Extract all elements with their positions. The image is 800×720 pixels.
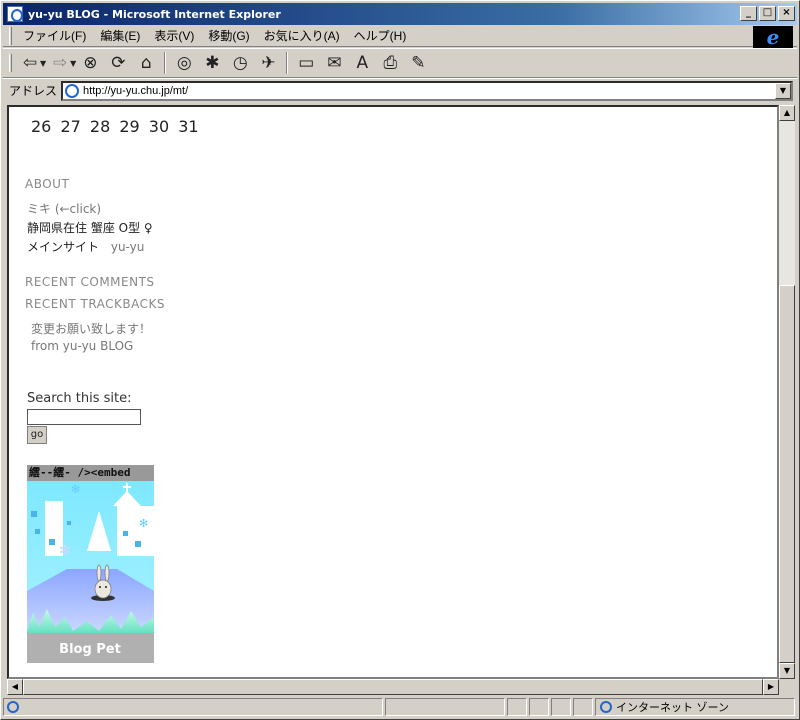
recent-trackbacks-heading: RECENT TRACKBACKS xyxy=(25,297,166,311)
search-label: Search this site: xyxy=(27,391,132,406)
horizontal-scrollbar[interactable]: ◀ ▶ xyxy=(7,679,779,695)
menu-bar: ファイル(F) 編集(E) 表示(V) 移動(G) お気に入り(A) ヘルプ(H… xyxy=(3,25,797,49)
zone-text: インターネット ゾーン xyxy=(616,701,729,714)
menu-grip xyxy=(9,26,12,45)
status-panel xyxy=(507,698,527,716)
horizontal-scroll-thumb[interactable] xyxy=(23,679,763,695)
zone-panel: インターネット ゾーン xyxy=(595,698,795,716)
status-bar: インターネット ゾーン xyxy=(3,697,797,717)
mail-icon[interactable]: ✉ xyxy=(322,51,346,75)
calendar-dates[interactable]: 26 27 28 29 30 31 xyxy=(31,117,199,136)
stop-icon[interactable]: ⊗ xyxy=(78,51,102,75)
recent-comments-heading: RECENT COMMENTS xyxy=(25,275,155,289)
refresh-icon[interactable]: ⟳ xyxy=(106,51,130,75)
toolbar-separator xyxy=(286,52,289,74)
window-title: yu-yu BLOG - Microsoft Internet Explorer xyxy=(28,7,281,21)
svg-text:✻: ✻ xyxy=(139,517,148,530)
address-input[interactable]: http://yu-yu.chu.jp/mt/ ▼ xyxy=(61,80,793,101)
back-dropdown-icon[interactable]: ▼ xyxy=(40,59,46,68)
status-panel xyxy=(385,698,505,716)
vertical-scroll-thumb[interactable] xyxy=(779,285,795,663)
blogpet-title: 繧--繧- /><embed xyxy=(27,465,154,481)
toolbar-grip xyxy=(9,54,12,72)
vertical-scrollbar[interactable]: ▲ ▼ xyxy=(779,105,795,679)
font-icon[interactable]: A xyxy=(350,51,374,75)
status-panel xyxy=(529,698,549,716)
blogpet-illustration: ✻ ✻ ✻ Blog Pet xyxy=(27,481,154,663)
status-panel xyxy=(573,698,593,716)
print-icon[interactable]: ⎙ xyxy=(378,51,402,75)
edit-icon[interactable]: ✎ xyxy=(406,51,430,75)
close-button[interactable]: × xyxy=(778,6,795,21)
page-status-icon xyxy=(7,701,19,713)
minimize-button[interactable]: _ xyxy=(740,6,757,21)
status-panel xyxy=(551,698,571,716)
search-icon[interactable]: ◎ xyxy=(172,51,196,75)
site-link[interactable]: yu-yu xyxy=(111,240,145,254)
forward-dropdown-icon[interactable]: ▼ xyxy=(70,59,76,68)
scroll-up-icon[interactable]: ▲ xyxy=(779,105,795,121)
maximize-button[interactable]: □ xyxy=(759,6,776,21)
scroll-right-icon[interactable]: ▶ xyxy=(763,679,779,695)
svg-text:✻: ✻ xyxy=(59,543,71,559)
browser-window: yu-yu BLOG - Microsoft Internet Explorer… xyxy=(0,0,800,720)
address-dropdown-icon[interactable]: ▼ xyxy=(775,82,791,99)
channels-icon[interactable]: ✈ xyxy=(256,51,280,75)
favorites-icon[interactable]: ✱ xyxy=(200,51,224,75)
svg-text:✻: ✻ xyxy=(71,483,80,496)
toolbar-separator xyxy=(164,52,167,74)
blogpet-widget[interactable]: ✻ ✻ ✻ Blog Pet xyxy=(27,481,154,663)
search-input[interactable] xyxy=(27,409,141,425)
page-content: 26 27 28 29 30 31 ABOUT ミキ (←click) 静岡県在… xyxy=(7,105,779,679)
about-profile: 静岡県在住 蟹座 O型 ♀ xyxy=(27,221,153,235)
standard-toolbar: ⇦ ▼ ⇨ ▼ ⊗ ⟳ ⌂ ◎ ✱ ◷ ✈ ▭ ✉ A ⎙ ✎ xyxy=(3,48,797,78)
menu-view[interactable]: 表示(V) xyxy=(147,26,201,46)
title-bar: yu-yu BLOG - Microsoft Internet Explorer… xyxy=(3,3,797,25)
address-bar: アドレス http://yu-yu.chu.jp/mt/ ▼ xyxy=(3,78,797,102)
scroll-left-icon[interactable]: ◀ xyxy=(7,679,23,695)
fullscreen-icon[interactable]: ▭ xyxy=(294,51,318,75)
menu-help[interactable]: ヘルプ(H) xyxy=(347,26,414,46)
menu-edit[interactable]: 編集(E) xyxy=(93,26,147,46)
about-heading: ABOUT xyxy=(25,177,70,191)
ie-app-icon[interactable] xyxy=(7,6,23,22)
menu-file[interactable]: ファイル(F) xyxy=(16,26,93,46)
address-label: アドレス xyxy=(9,84,58,98)
blogpet-logo: Blog Pet xyxy=(59,642,121,657)
about-site-line: メインサイト yu-yu xyxy=(27,238,144,255)
page-icon xyxy=(65,83,80,98)
ie-logo-icon: e xyxy=(753,25,793,49)
menu-favorites[interactable]: お気に入り(A) xyxy=(257,26,347,46)
address-url[interactable]: http://yu-yu.chu.jp/mt/ xyxy=(83,85,188,97)
scroll-down-icon[interactable]: ▼ xyxy=(779,663,795,679)
history-icon[interactable]: ◷ xyxy=(228,51,252,75)
back-arrow-icon[interactable]: ⇦ xyxy=(18,51,42,75)
forward-arrow-icon[interactable]: ⇨ xyxy=(48,51,72,75)
about-name-link[interactable]: ミキ (←click) xyxy=(27,200,101,217)
internet-zone-icon xyxy=(600,701,612,713)
home-icon[interactable]: ⌂ xyxy=(134,51,158,75)
trackback-title-link[interactable]: 変更お願い致します！ xyxy=(31,320,151,337)
trackback-from[interactable]: from yu-yu BLOG xyxy=(31,339,133,353)
search-go-button[interactable]: go xyxy=(27,426,47,444)
status-main-panel xyxy=(3,698,383,716)
site-prefix: メインサイト xyxy=(27,240,100,254)
menu-go[interactable]: 移動(G) xyxy=(201,26,256,46)
